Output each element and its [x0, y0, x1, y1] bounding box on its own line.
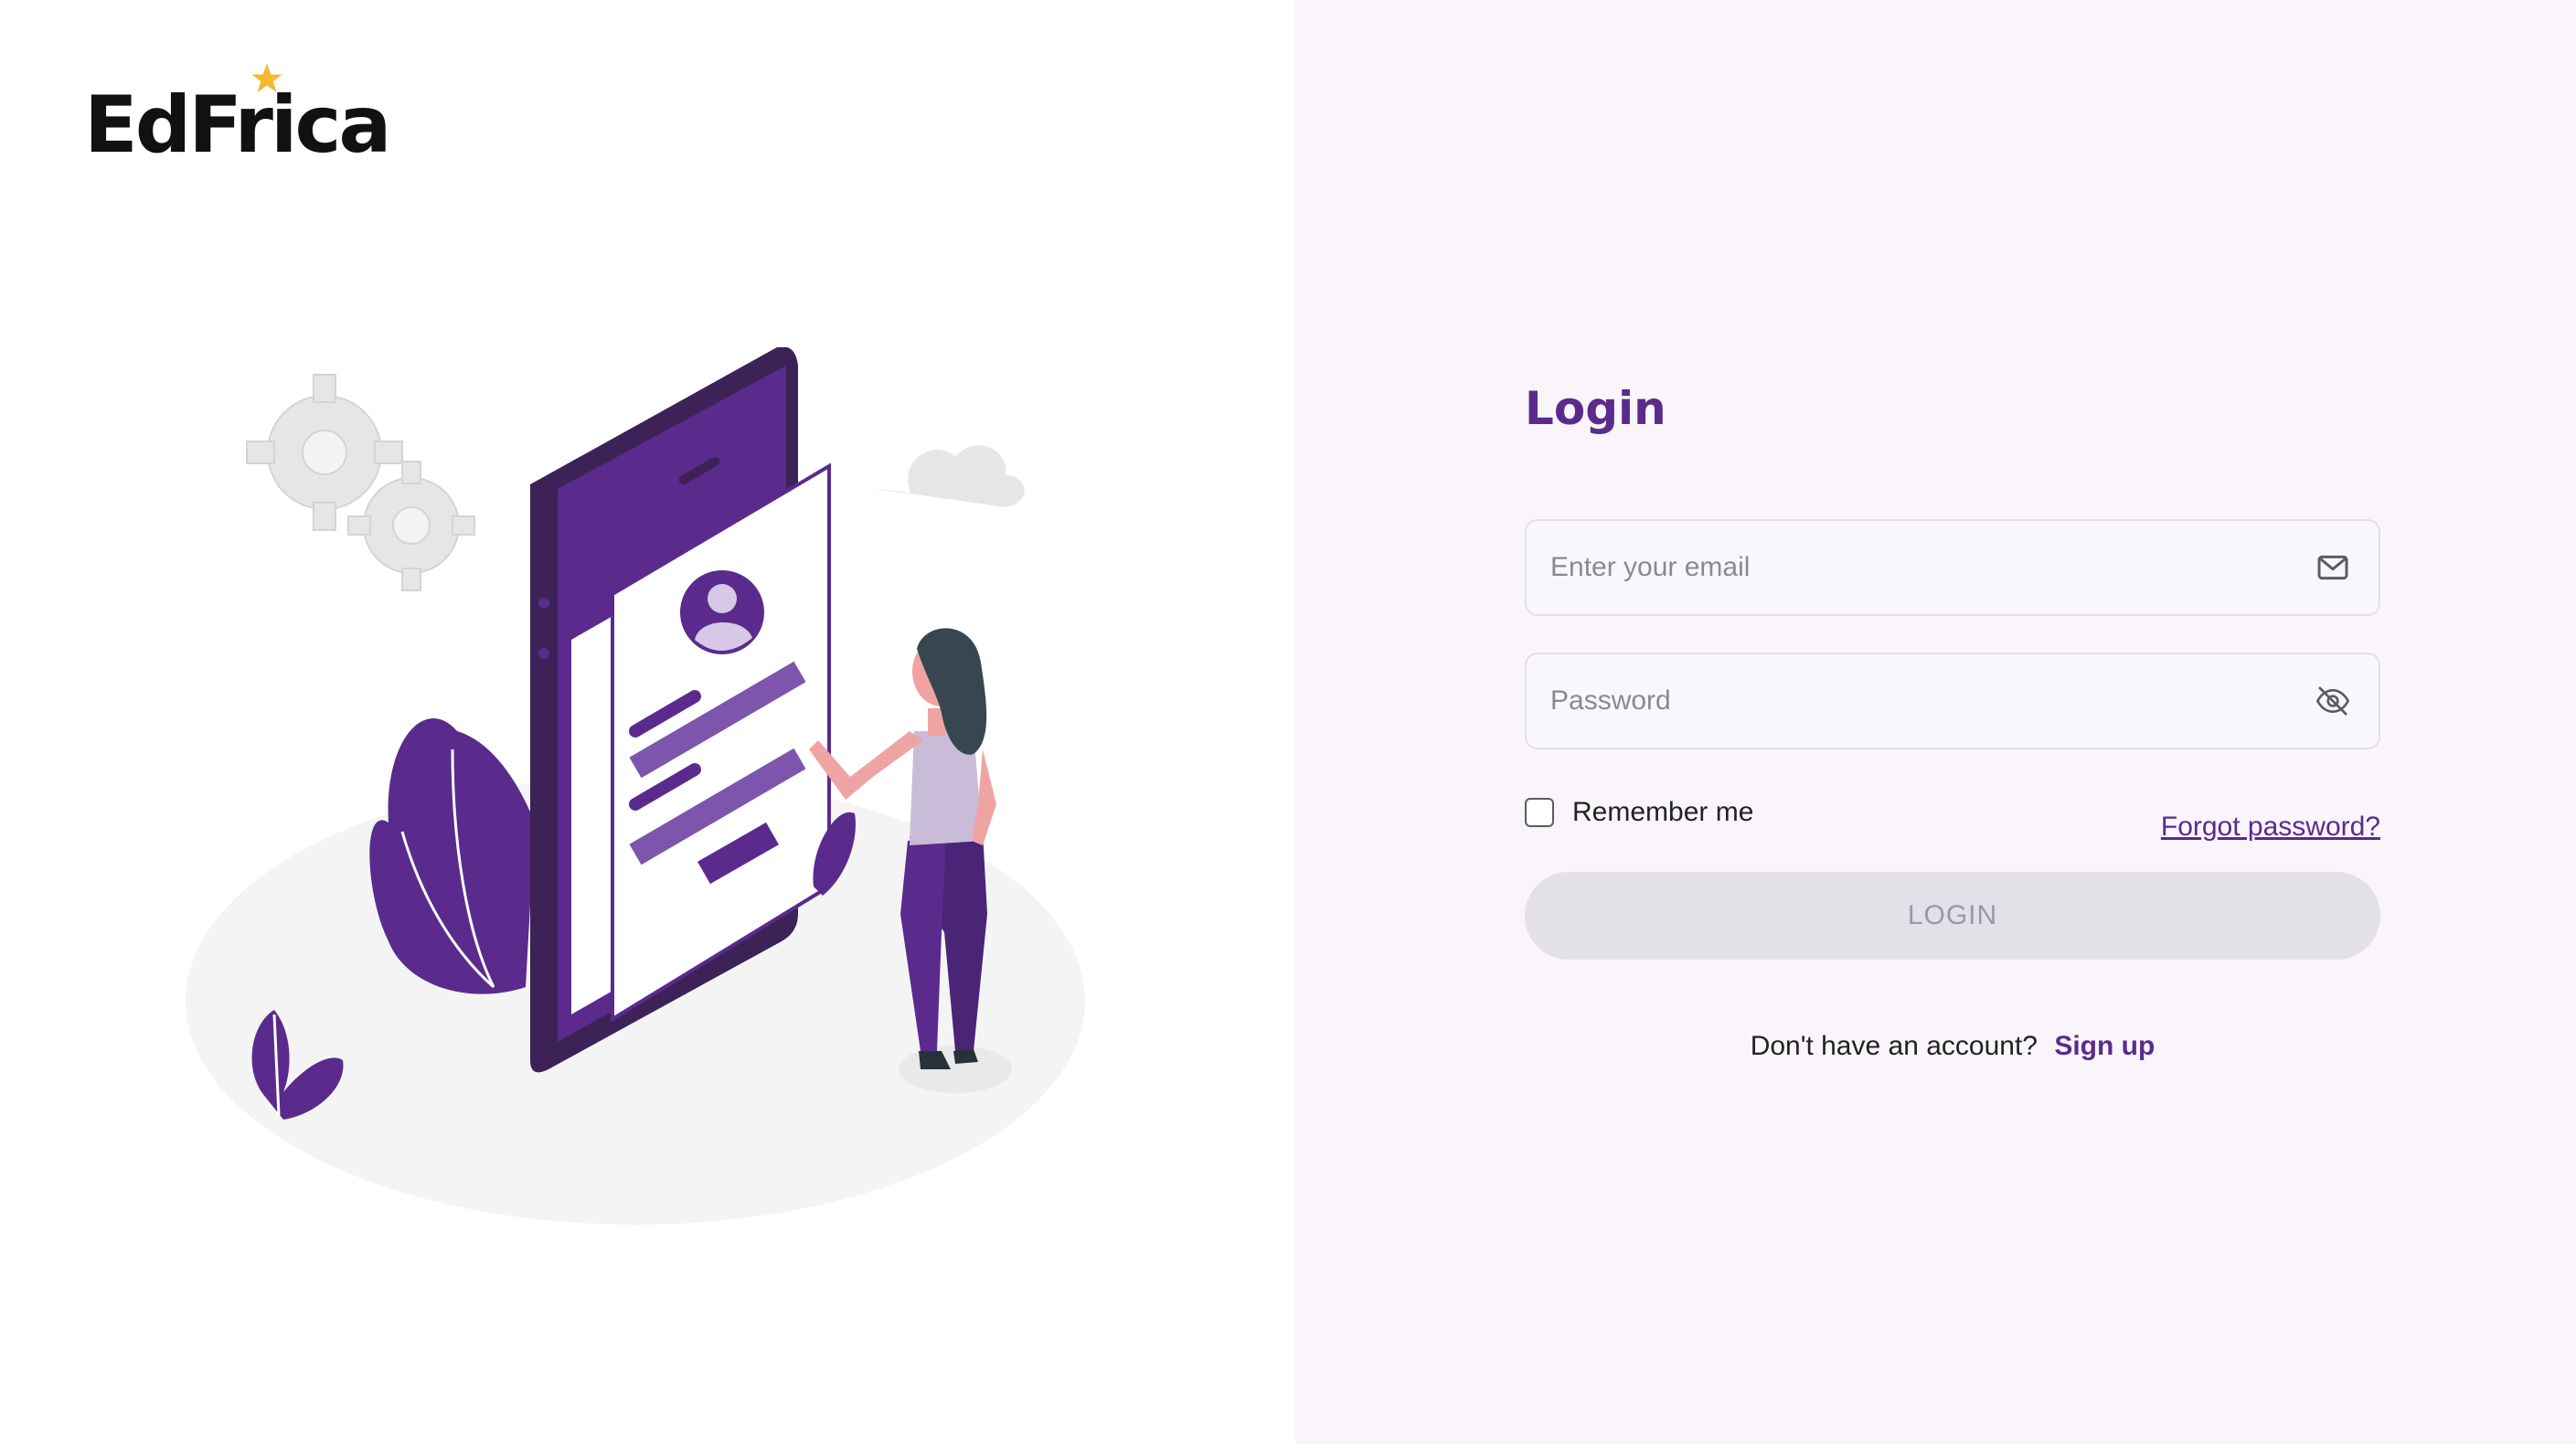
eye-off-icon[interactable]	[2315, 683, 2351, 719]
login-button[interactable]: LOGIN	[1525, 872, 2380, 960]
remember-me[interactable]: Remember me	[1525, 797, 1753, 828]
cloud-icon	[908, 445, 1025, 507]
remember-me-label: Remember me	[1572, 797, 1754, 827]
illustration-panel: EdFrica	[0, 0, 1295, 1444]
remember-me-checkbox[interactable]	[1525, 798, 1554, 827]
login-illustration	[186, 347, 1085, 1225]
email-field[interactable]	[1527, 521, 2379, 614]
login-page: EdFrica Login Enter your email Remember …	[0, 0, 2576, 1444]
options-row: Remember me Forgot password?	[1525, 786, 2380, 859]
signup-prompt: Don't have an account?	[1750, 1031, 2038, 1061]
login-panel: Login Remember me	[1295, 0, 2576, 1444]
page-title: Login	[1525, 382, 1666, 435]
mail-icon	[2317, 555, 2348, 580]
signup-link[interactable]: Sign up	[2054, 1031, 2155, 1061]
password-field-container	[1525, 653, 2380, 749]
brand-name: EdFrica	[84, 80, 391, 171]
forgot-password-link[interactable]: Forgot password?	[2161, 812, 2380, 843]
password-field[interactable]	[1527, 654, 2379, 748]
email-field-container	[1525, 519, 2380, 616]
brand-logo: EdFrica	[84, 63, 391, 171]
signup-row: Don't have an account? Sign up	[1525, 1031, 2380, 1062]
login-form: Login Remember me	[1525, 375, 2380, 1062]
star-icon	[251, 63, 282, 92]
